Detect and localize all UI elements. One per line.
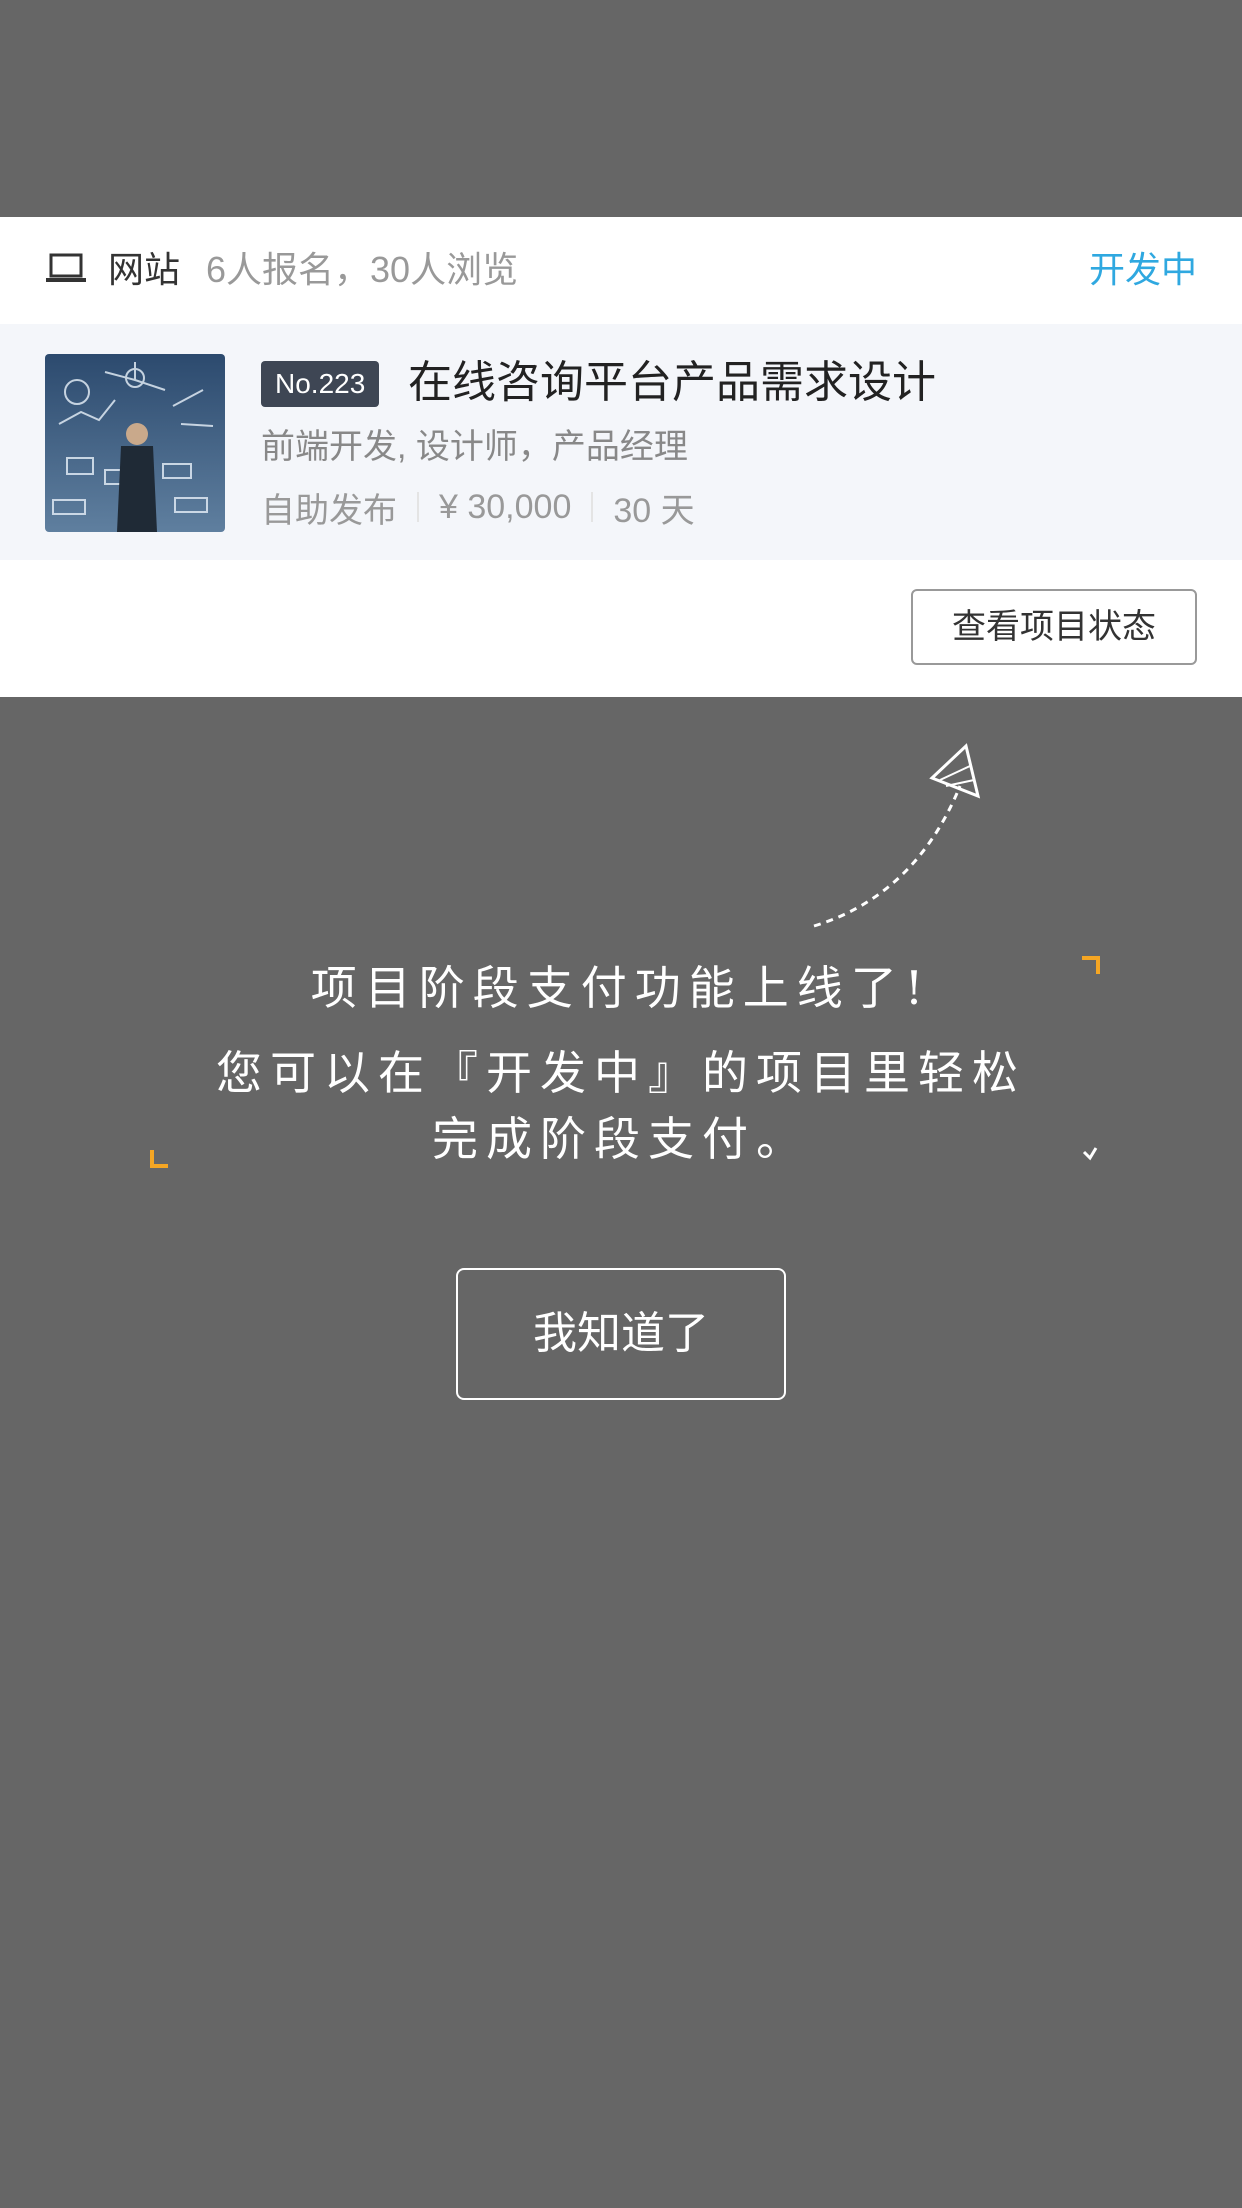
project-meta: 自助发布 ¥ 30,000 30 天 xyxy=(261,484,695,530)
laptop-icon xyxy=(46,253,86,282)
project-summary[interactable]: No.223 在线咨询平台产品需求设计 前端开发, 设计师，产品经理 自助发布 … xyxy=(0,324,1242,560)
announcement-body-line: 完成阶段支付。 xyxy=(432,1112,810,1166)
announcement-headline: 项目阶段支付功能上线了! xyxy=(310,961,932,1015)
project-budget: ¥ 30,000 xyxy=(439,487,572,526)
meta-divider xyxy=(417,492,419,522)
project-category: 网站 xyxy=(108,249,181,290)
paper-plane-icon xyxy=(813,743,981,928)
got-it-button[interactable]: 我知道了 xyxy=(456,1268,786,1400)
project-card[interactable]: 网站 6人报名，30人浏览 开发中 No.223 在线咨询平台产品需求设计 前端… xyxy=(0,217,1242,697)
meta-divider xyxy=(591,492,594,522)
project-card-footer: 查看项目状态 xyxy=(0,560,1242,697)
project-card-header: 网站 6人报名，30人浏览 开发中 xyxy=(0,217,1242,324)
project-publish-type: 自助发布 xyxy=(261,491,397,530)
project-roles: 前端开发, 设计师，产品经理 xyxy=(261,428,688,466)
project-title[interactable]: 在线咨询平台产品需求设计 xyxy=(408,354,936,412)
project-duration: 30 天 xyxy=(613,491,695,530)
project-stats: 6人报名，30人浏览 xyxy=(206,249,519,290)
announcement-body-line: 您可以在『开发中』的项目里轻松 xyxy=(216,1046,1026,1100)
project-number-badge: No.223 xyxy=(261,361,380,407)
view-project-status-button[interactable]: 查看项目状态 xyxy=(911,589,1197,665)
project-status: 开发中 xyxy=(1088,249,1197,290)
announcement-body: 您可以在『开发中』的项目里轻松 完成阶段支付。 xyxy=(0,1040,1242,1172)
project-thumbnail xyxy=(45,354,225,532)
